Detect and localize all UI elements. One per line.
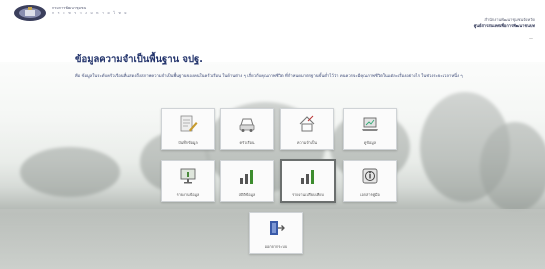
tile-label: เอกสารคู่มือ bbox=[360, 192, 380, 197]
org-name: กรมการพัฒนาชุมชน ก ร ะ ท ร ว ง ม ห า ด ไ… bbox=[52, 6, 128, 16]
info-icon bbox=[362, 168, 378, 184]
tile-label: ความจำเป็น bbox=[297, 140, 317, 145]
tile-manual[interactable]: เอกสารคู่มือ bbox=[343, 160, 397, 202]
header-small-mark: — bbox=[529, 36, 533, 41]
tile-household[interactable]: ครัวเรือน bbox=[220, 108, 274, 150]
tile-necessity[interactable]: ความจำเป็น bbox=[280, 108, 334, 150]
tile-label: ดูข้อมูล bbox=[363, 140, 377, 145]
tile-record-data[interactable]: บันทึกข้อมูล bbox=[161, 108, 215, 150]
org-logo-icon[interactable] bbox=[13, 4, 47, 22]
tile-label: รายงานเปรียบเทียบ bbox=[292, 192, 324, 197]
tile-label: บันทึกข้อมูล bbox=[178, 140, 198, 145]
tile-label: ครัวเรือน bbox=[239, 140, 255, 145]
car-icon bbox=[239, 118, 255, 132]
tile-statistics[interactable]: สถิติข้อมูล bbox=[220, 160, 274, 202]
laptop-icon bbox=[362, 117, 378, 131]
page-description: คือ ข้อมูลในระดับครัวเรือนที่แสดงถึงสภาพ… bbox=[75, 73, 463, 78]
tile-compare-report[interactable]: รายงานเปรียบเทียบ bbox=[280, 159, 336, 203]
bar-chart-icon bbox=[240, 170, 253, 184]
bar-chart-icon bbox=[301, 170, 314, 184]
monitor-icon bbox=[180, 168, 196, 184]
house-icon bbox=[299, 115, 315, 132]
org-name-sub: ก ร ะ ท ร ว ง ม ห า ด ไ ท ย bbox=[52, 11, 128, 15]
header-right-line-2: ศูนย์สารสนเทศเพื่อการพัฒนาชนบท bbox=[473, 23, 535, 28]
tile-report-data[interactable]: รายงานข้อมูล bbox=[161, 160, 215, 202]
logout-icon bbox=[270, 221, 285, 235]
tile-label: รายงานข้อมูล bbox=[176, 192, 200, 197]
tile-label: ออกจากระบบ bbox=[264, 244, 288, 249]
tile-view-data[interactable]: ดูข้อมูล bbox=[343, 108, 397, 150]
edit-document-icon bbox=[180, 115, 198, 132]
header-right-info: สำนักงานพัฒนาชุมชนจังหวัด ศูนย์สารสนเทศเ… bbox=[474, 17, 535, 29]
site-header: กรมการพัฒนาชุมชน ก ร ะ ท ร ว ง ม ห า ด ไ… bbox=[0, 0, 545, 41]
app-page: กรมการพัฒนาชุมชน ก ร ะ ท ร ว ง ม ห า ด ไ… bbox=[0, 0, 545, 269]
tile-logout[interactable]: ออกจากระบบ bbox=[249, 212, 303, 254]
tile-label: สถิติข้อมูล bbox=[238, 192, 256, 197]
page-title: ข้อมูลความจำเป็นพื้นฐาน จปฐ. bbox=[75, 54, 203, 65]
